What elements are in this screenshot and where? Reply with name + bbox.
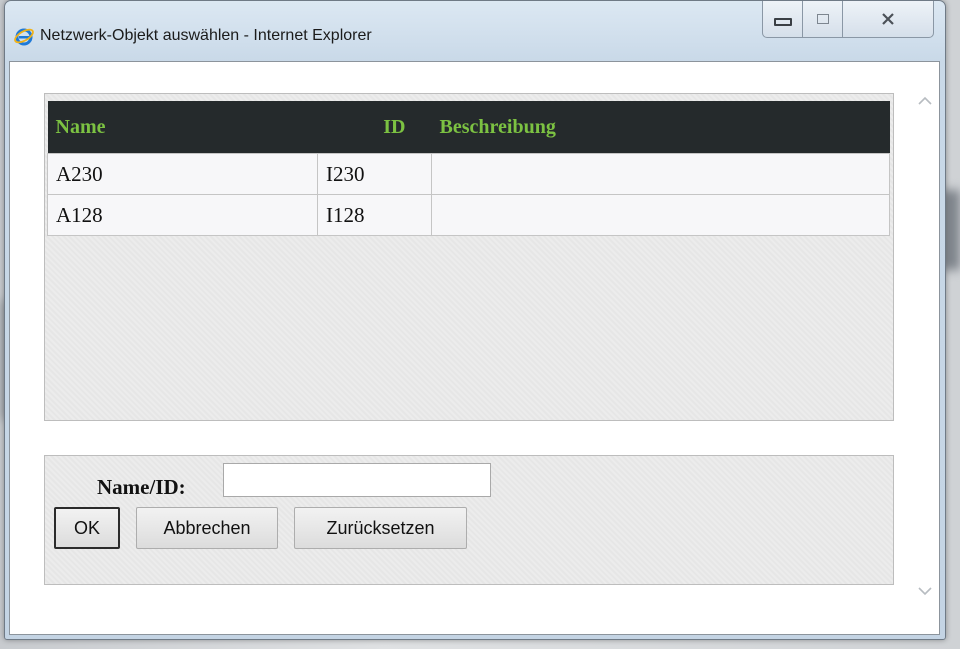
reset-button[interactable]: Zurücksetzen [294, 507, 467, 549]
maximize-button[interactable] [802, 1, 844, 38]
maximize-icon [817, 14, 829, 24]
internet-explorer-icon [14, 28, 34, 46]
close-icon [882, 13, 894, 25]
table-row[interactable]: A230 I230 [47, 153, 890, 195]
name-id-input[interactable] [223, 463, 491, 497]
cell-name[interactable]: A230 [47, 153, 318, 195]
cell-id[interactable]: I230 [317, 153, 432, 195]
title-bar[interactable]: Netzwerk-Objekt auswählen - Internet Exp… [5, 1, 945, 61]
column-header-id: ID [317, 101, 432, 154]
scroll-down-icon[interactable] [918, 584, 932, 598]
table-row[interactable]: A128 I128 [47, 194, 890, 236]
object-list-panel: Name ID Beschreibung A230 I230 A128 I128 [44, 93, 894, 421]
column-header-name: Name [47, 101, 318, 154]
column-header-description: Beschreibung [431, 101, 890, 154]
cell-description[interactable] [431, 153, 890, 195]
scroll-up-icon[interactable] [918, 94, 932, 108]
close-button[interactable] [842, 1, 934, 38]
page-content: Name ID Beschreibung A230 I230 A128 I128 [9, 61, 940, 635]
cell-description[interactable] [431, 194, 890, 236]
ok-button[interactable]: OK [54, 507, 120, 549]
object-table: Name ID Beschreibung A230 I230 A128 I128 [47, 101, 890, 236]
vertical-scrollbar[interactable] [912, 62, 938, 634]
window-title: Netzwerk-Objekt auswählen - Internet Exp… [40, 27, 372, 44]
table-header-row: Name ID Beschreibung [47, 101, 890, 154]
minimize-icon [774, 18, 792, 26]
cell-name[interactable]: A128 [47, 194, 318, 236]
cell-id[interactable]: I128 [317, 194, 432, 236]
cancel-button[interactable]: Abbrechen [136, 507, 278, 549]
minimize-button[interactable] [762, 1, 804, 38]
browser-window: Netzwerk-Objekt auswählen - Internet Exp… [4, 0, 946, 640]
name-id-label: Name/ID: [97, 475, 186, 499]
search-form-panel: Name/ID: OK Abbrechen Zurücksetzen [44, 455, 894, 585]
